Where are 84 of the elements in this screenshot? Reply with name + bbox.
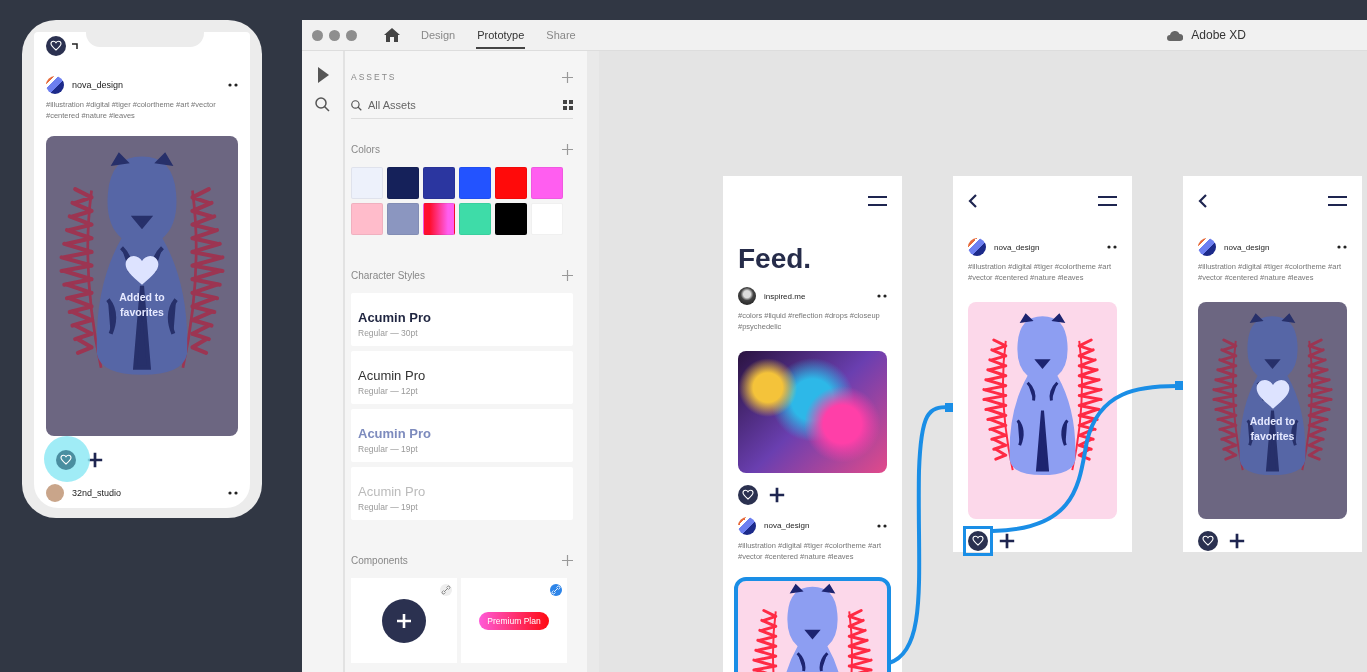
- character-style-card[interactable]: Acumin Pro Regular — 30pt: [351, 293, 573, 346]
- component-card[interactable]: Premium Plan: [461, 578, 567, 663]
- color-swatch[interactable]: [351, 203, 383, 235]
- app-name: Adobe XD: [1191, 28, 1246, 42]
- username: nova_design: [72, 79, 125, 92]
- more-options-icon[interactable]: [877, 294, 887, 298]
- font-detail: Regular — 12pt: [358, 386, 419, 397]
- back-chevron-icon[interactable]: [968, 194, 978, 208]
- search-icon[interactable]: [315, 97, 330, 112]
- character-style-card[interactable]: Acumin Pro Regular — 12pt: [351, 351, 573, 404]
- color-swatch[interactable]: [495, 203, 527, 235]
- more-options-icon[interactable]: [1337, 245, 1347, 249]
- font-name: Acumin Pro: [358, 311, 432, 326]
- search-field[interactable]: All Assets: [368, 99, 557, 111]
- menu-icon[interactable]: [1098, 195, 1117, 207]
- color-swatch[interactable]: [531, 167, 563, 199]
- color-swatch[interactable]: [495, 167, 527, 199]
- color-swatch[interactable]: [423, 167, 455, 199]
- more-options-icon[interactable]: [228, 83, 238, 87]
- component-card[interactable]: [351, 578, 457, 663]
- avatar-icon: [1198, 238, 1216, 256]
- font-name: Acumin Pro: [358, 369, 427, 384]
- select-tool-icon[interactable]: [316, 67, 329, 83]
- window-minimize-button[interactable]: [329, 29, 340, 41]
- tab[interactable]: Prototype: [476, 21, 526, 49]
- plus-icon[interactable]: [998, 531, 1016, 550]
- avatar-icon: [738, 516, 756, 535]
- menu-icon[interactable]: [1328, 195, 1347, 207]
- color-swatch[interactable]: [387, 203, 419, 235]
- corner-mark-icon: [72, 43, 78, 49]
- home-icon[interactable]: [384, 28, 400, 42]
- avatar-circle: [46, 483, 64, 502]
- section-title: Character Styles: [351, 269, 425, 281]
- more-options-icon[interactable]: [877, 523, 887, 528]
- window-close-button[interactable]: [312, 29, 323, 41]
- font-detail: Regular — 30pt: [358, 328, 419, 339]
- like-button[interactable]: [738, 484, 758, 505]
- search-icon: [351, 99, 362, 111]
- favorite-message: Added to favorites: [1248, 414, 1297, 445]
- username: 32nd_studio: [72, 486, 123, 500]
- username: inspired.me: [764, 291, 807, 301]
- add-icon[interactable]: [562, 554, 573, 566]
- more-options-icon[interactable]: [1107, 245, 1117, 249]
- section-title: Components: [351, 554, 408, 566]
- username: nova_design: [1224, 242, 1271, 252]
- like-button[interactable]: [1198, 530, 1218, 551]
- panel-title: ASSETS: [351, 72, 397, 82]
- avatar-icon: [46, 76, 64, 94]
- feed-title: Feed.: [738, 243, 813, 275]
- username: nova_design: [764, 521, 811, 531]
- username: nova_design: [994, 242, 1041, 252]
- heart-icon: [972, 534, 984, 547]
- heart-icon: [60, 453, 72, 466]
- more-options-icon[interactable]: [228, 490, 238, 495]
- color-swatch[interactable]: [459, 203, 491, 235]
- color-swatch[interactable]: [423, 203, 455, 235]
- color-swatch[interactable]: [387, 167, 419, 199]
- cloud-icon: [1167, 29, 1184, 41]
- section-title: Colors: [351, 143, 380, 155]
- font-name: Acumin Pro: [358, 427, 432, 442]
- prototype-wire[interactable]: [992, 381, 1183, 533]
- font-detail: Regular — 19pt: [358, 502, 419, 513]
- menu-icon[interactable]: [868, 195, 887, 207]
- plus-icon[interactable]: [1228, 531, 1246, 550]
- grid-view-icon[interactable]: [563, 100, 573, 110]
- plus-icon: [396, 612, 412, 629]
- add-icon[interactable]: [562, 143, 573, 155]
- back-chevron-icon[interactable]: [1198, 194, 1208, 208]
- window-maximize-button[interactable]: [346, 29, 357, 41]
- color-swatch[interactable]: [459, 167, 491, 199]
- plan-badge: Premium Plan: [479, 611, 549, 630]
- like-button[interactable]: [46, 36, 66, 56]
- add-icon[interactable]: [562, 269, 573, 281]
- avatar-photo-placeholder: [738, 287, 756, 305]
- font-name: Acumin Pro: [358, 485, 427, 500]
- font-detail: Regular — 19pt: [358, 444, 419, 455]
- heart-icon: [742, 488, 754, 501]
- plus-icon[interactable]: [768, 485, 786, 504]
- heart-icon: [50, 40, 62, 52]
- add-button[interactable]: [382, 598, 426, 643]
- favorite-message: Added to favorites: [118, 289, 166, 320]
- add-icon[interactable]: [562, 71, 573, 83]
- avatar-icon: [968, 238, 986, 256]
- heart-icon: [1202, 534, 1214, 547]
